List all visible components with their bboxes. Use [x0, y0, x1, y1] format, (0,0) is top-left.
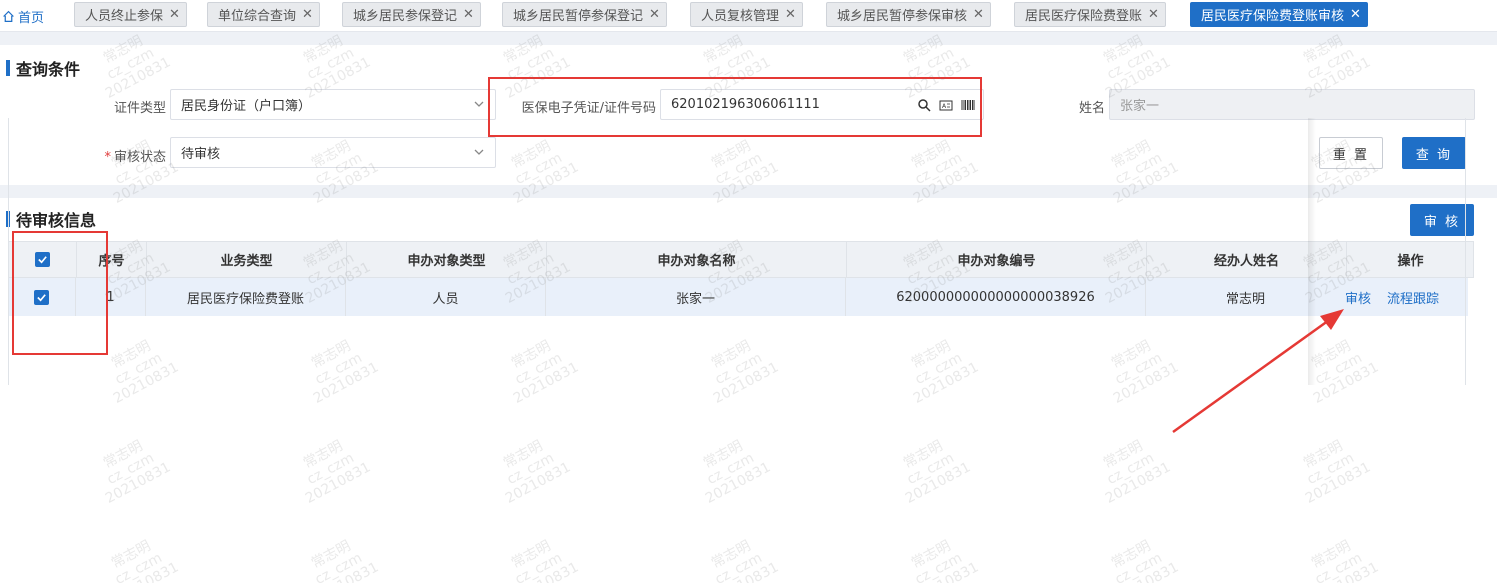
id-type-value: 居民身份证（户口簿）: [181, 99, 312, 114]
id-type-label: 证件类型: [113, 101, 166, 116]
tab-bar: 首页 人员终止参保 ✕ 单位综合查询 ✕ 城乡居民参保登记 ✕ 城乡居民暂停参保登记 ✕…: [0, 0, 1497, 32]
id-card-icon[interactable]: A: [939, 98, 953, 112]
close-icon[interactable]: ✕: [169, 7, 180, 22]
table-right-border: [1465, 118, 1466, 385]
id-type-select[interactable]: 居民身份证（户口簿）: [170, 89, 496, 120]
home-icon: [3, 10, 14, 22]
tab-item[interactable]: 人员终止参保 ✕: [74, 2, 187, 27]
name-label: 姓名: [1078, 101, 1105, 116]
close-icon[interactable]: ✕: [1350, 7, 1361, 22]
tab-label: 居民医疗保险费登账: [1025, 9, 1143, 24]
close-icon[interactable]: ✕: [1148, 7, 1159, 22]
close-icon[interactable]: ✕: [785, 7, 796, 22]
tab-item[interactable]: 城乡居民参保登记 ✕: [342, 2, 481, 27]
search-icon[interactable]: [917, 98, 931, 112]
tab-item[interactable]: 居民医疗保险费登账 ✕: [1014, 2, 1166, 27]
name-field: 张家一: [1109, 89, 1475, 120]
tab-label: 城乡居民暂停参保审核: [837, 9, 968, 24]
tab-label: 单位综合查询: [218, 9, 297, 24]
close-icon[interactable]: ✕: [463, 7, 474, 22]
tab-item[interactable]: 单位综合查询 ✕: [207, 2, 320, 27]
tab-item-active[interactable]: 居民医疗保险费登账审核 ✕: [1190, 2, 1368, 27]
name-value: 张家一: [1120, 99, 1160, 114]
tab-home-label: 首页: [18, 10, 45, 26]
close-icon[interactable]: ✕: [302, 7, 313, 22]
chevron-down-icon: [474, 101, 484, 107]
cert-value: 620102196306061111: [671, 97, 820, 112]
tab-label: 城乡居民参保登记: [353, 9, 458, 24]
tab-item[interactable]: 城乡居民暂停参保审核 ✕: [826, 2, 991, 27]
barcode-icon[interactable]: [961, 98, 975, 112]
cert-input[interactable]: 620102196306061111 A: [660, 89, 984, 120]
tab-label: 城乡居民暂停参保登记: [513, 9, 644, 24]
close-icon[interactable]: ✕: [649, 7, 660, 22]
fixed-column-shadow: [1308, 118, 1316, 385]
tab-home[interactable]: 首页: [2, 6, 44, 26]
svg-text:A: A: [942, 103, 947, 110]
tab-item[interactable]: 城乡居民暂停参保登记 ✕: [502, 2, 667, 27]
cert-label: 医保电子凭证/证件号码: [521, 101, 656, 116]
tab-label: 人员终止参保: [85, 9, 164, 24]
tab-label: 居民医疗保险费登账审核: [1201, 9, 1345, 24]
close-icon[interactable]: ✕: [973, 7, 984, 22]
table-body: [8, 118, 1474, 385]
tab-item[interactable]: 人员复核管理 ✕: [690, 2, 803, 27]
query-title: 查询条件: [6, 58, 80, 79]
tab-label: 人员复核管理: [701, 9, 780, 24]
